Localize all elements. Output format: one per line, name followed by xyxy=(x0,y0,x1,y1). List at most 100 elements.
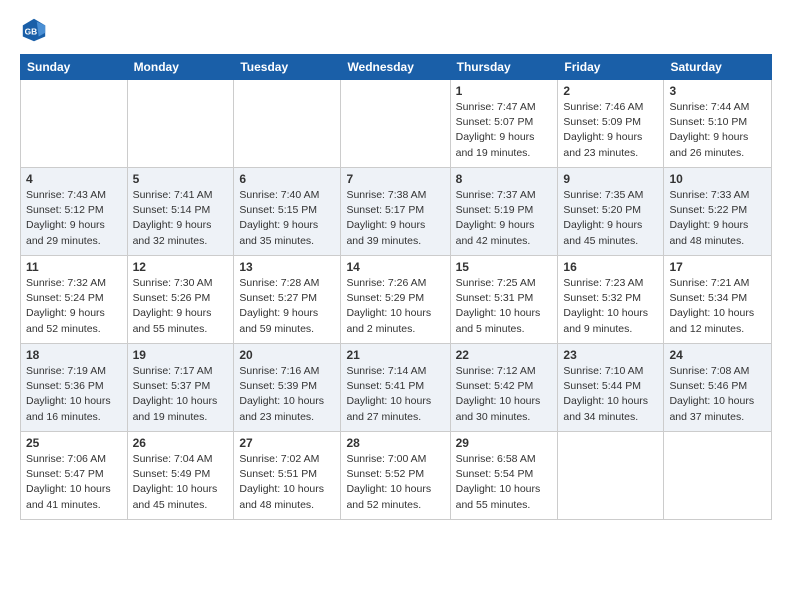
day-number: 25 xyxy=(26,436,122,450)
calendar-cell: 17 Sunrise: 7:21 AMSunset: 5:34 PMDayligh… xyxy=(664,256,772,344)
calendar-cell xyxy=(558,432,664,520)
day-info: Sunrise: 7:21 AMSunset: 5:34 PMDaylight:… xyxy=(669,276,766,337)
day-number: 22 xyxy=(456,348,553,362)
day-info: Sunrise: 7:26 AMSunset: 5:29 PMDaylight:… xyxy=(346,276,444,337)
day-info: Sunrise: 7:28 AMSunset: 5:27 PMDaylight:… xyxy=(239,276,335,337)
calendar-cell: 9 Sunrise: 7:35 AMSunset: 5:20 PMDaylight… xyxy=(558,168,664,256)
day-info: Sunrise: 7:25 AMSunset: 5:31 PMDaylight:… xyxy=(456,276,553,337)
calendar-cell: 12 Sunrise: 7:30 AMSunset: 5:26 PMDayligh… xyxy=(127,256,234,344)
day-info: Sunrise: 7:38 AMSunset: 5:17 PMDaylight:… xyxy=(346,188,444,249)
calendar-cell: 20 Sunrise: 7:16 AMSunset: 5:39 PMDayligh… xyxy=(234,344,341,432)
header-tuesday: Tuesday xyxy=(234,55,341,80)
day-number: 2 xyxy=(563,84,658,98)
calendar-cell: 28 Sunrise: 7:00 AMSunset: 5:52 PMDayligh… xyxy=(341,432,450,520)
day-info: Sunrise: 7:46 AMSunset: 5:09 PMDaylight:… xyxy=(563,100,658,161)
calendar-cell: 16 Sunrise: 7:23 AMSunset: 5:32 PMDayligh… xyxy=(558,256,664,344)
page: GB Sunday Monday Tuesday Wednesday Thurs… xyxy=(0,0,792,612)
day-number: 15 xyxy=(456,260,553,274)
calendar-cell: 19Sunrise: 7:17 AMSunset: 5:37 PMDayligh… xyxy=(127,344,234,432)
day-info: Sunrise: 7:33 AMSunset: 5:22 PMDaylight:… xyxy=(669,188,766,249)
calendar-cell xyxy=(234,80,341,168)
day-number: 6 xyxy=(239,172,335,186)
day-info: Sunrise: 7:16 AMSunset: 5:39 PMDaylight:… xyxy=(239,364,335,425)
svg-text:GB: GB xyxy=(25,27,38,37)
day-number: 17 xyxy=(669,260,766,274)
day-number: 7 xyxy=(346,172,444,186)
calendar-cell: 3 Sunrise: 7:44 AMSunset: 5:10 PMDaylight… xyxy=(664,80,772,168)
day-info: Sunrise: 7:04 AMSunset: 5:49 PMDaylight:… xyxy=(133,452,229,513)
header-monday: Monday xyxy=(127,55,234,80)
day-number: 5 xyxy=(133,172,229,186)
calendar-cell: 18 Sunrise: 7:19 AMSunset: 5:36 PMDayligh… xyxy=(21,344,128,432)
calendar-cell: 2 Sunrise: 7:46 AMSunset: 5:09 PMDaylight… xyxy=(558,80,664,168)
day-number: 26 xyxy=(133,436,229,450)
day-info: Sunrise: 7:14 AMSunset: 5:41 PMDaylight:… xyxy=(346,364,444,425)
day-number: 8 xyxy=(456,172,553,186)
calendar-cell: 22 Sunrise: 7:12 AMSunset: 5:42 PMDayligh… xyxy=(450,344,558,432)
day-info: Sunrise: 7:37 AMSunset: 5:19 PMDaylight:… xyxy=(456,188,553,249)
day-number: 11 xyxy=(26,260,122,274)
logo-icon: GB xyxy=(20,16,48,44)
day-info: Sunrise: 7:08 AMSunset: 5:46 PMDaylight:… xyxy=(669,364,766,425)
day-number: 16 xyxy=(563,260,658,274)
day-info: Sunrise: 7:23 AMSunset: 5:32 PMDaylight:… xyxy=(563,276,658,337)
day-info: Sunrise: 7:44 AMSunset: 5:10 PMDaylight:… xyxy=(669,100,766,161)
header-thursday: Thursday xyxy=(450,55,558,80)
calendar-cell xyxy=(664,432,772,520)
day-info: Sunrise: 7:00 AMSunset: 5:52 PMDaylight:… xyxy=(346,452,444,513)
header-sunday: Sunday xyxy=(21,55,128,80)
calendar-table: Sunday Monday Tuesday Wednesday Thursday… xyxy=(20,54,772,520)
day-info: Sunrise: 7:30 AMSunset: 5:26 PMDaylight:… xyxy=(133,276,229,337)
day-number: 9 xyxy=(563,172,658,186)
day-info: Sunrise: 7:06 AMSunset: 5:47 PMDaylight:… xyxy=(26,452,122,513)
calendar-cell: 23 Sunrise: 7:10 AMSunset: 5:44 PMDayligh… xyxy=(558,344,664,432)
header-friday: Friday xyxy=(558,55,664,80)
day-info: Sunrise: 7:47 AMSunset: 5:07 PMDaylight:… xyxy=(456,100,553,161)
day-number: 20 xyxy=(239,348,335,362)
day-info: Sunrise: 7:02 AMSunset: 5:51 PMDaylight:… xyxy=(239,452,335,513)
calendar-week-row: 11 Sunrise: 7:32 AMSunset: 5:24 PMDayligh… xyxy=(21,256,772,344)
calendar-week-row: 25 Sunrise: 7:06 AMSunset: 5:47 PMDayligh… xyxy=(21,432,772,520)
calendar-cell: 27Sunrise: 7:02 AMSunset: 5:51 PMDayligh… xyxy=(234,432,341,520)
calendar-cell: 15 Sunrise: 7:25 AMSunset: 5:31 PMDayligh… xyxy=(450,256,558,344)
day-info: Sunrise: 7:17 AMSunset: 5:37 PMDaylight:… xyxy=(133,364,229,425)
calendar-cell: 5 Sunrise: 7:41 AMSunset: 5:14 PMDaylight… xyxy=(127,168,234,256)
day-info: Sunrise: 7:32 AMSunset: 5:24 PMDaylight:… xyxy=(26,276,122,337)
calendar-cell: 4 Sunrise: 7:43 AMSunset: 5:12 PMDaylight… xyxy=(21,168,128,256)
weekday-header-row: Sunday Monday Tuesday Wednesday Thursday… xyxy=(21,55,772,80)
calendar-week-row: 1Sunrise: 7:47 AMSunset: 5:07 PMDaylight… xyxy=(21,80,772,168)
day-info: Sunrise: 7:40 AMSunset: 5:15 PMDaylight:… xyxy=(239,188,335,249)
day-number: 13 xyxy=(239,260,335,274)
calendar-cell xyxy=(341,80,450,168)
calendar-cell xyxy=(21,80,128,168)
calendar-cell: 24 Sunrise: 7:08 AMSunset: 5:46 PMDayligh… xyxy=(664,344,772,432)
calendar-cell: 1Sunrise: 7:47 AMSunset: 5:07 PMDaylight… xyxy=(450,80,558,168)
day-info: Sunrise: 7:43 AMSunset: 5:12 PMDaylight:… xyxy=(26,188,122,249)
calendar-cell: 7 Sunrise: 7:38 AMSunset: 5:17 PMDaylight… xyxy=(341,168,450,256)
day-number: 3 xyxy=(669,84,766,98)
day-number: 4 xyxy=(26,172,122,186)
day-info: Sunrise: 7:12 AMSunset: 5:42 PMDaylight:… xyxy=(456,364,553,425)
day-number: 28 xyxy=(346,436,444,450)
calendar-week-row: 4 Sunrise: 7:43 AMSunset: 5:12 PMDaylight… xyxy=(21,168,772,256)
day-number: 23 xyxy=(563,348,658,362)
day-number: 21 xyxy=(346,348,444,362)
day-number: 14 xyxy=(346,260,444,274)
header-saturday: Saturday xyxy=(664,55,772,80)
header: GB xyxy=(20,16,772,44)
header-wednesday: Wednesday xyxy=(341,55,450,80)
day-number: 18 xyxy=(26,348,122,362)
calendar-cell: 26 Sunrise: 7:04 AMSunset: 5:49 PMDayligh… xyxy=(127,432,234,520)
day-number: 24 xyxy=(669,348,766,362)
calendar-cell: 8 Sunrise: 7:37 AMSunset: 5:19 PMDaylight… xyxy=(450,168,558,256)
calendar-cell xyxy=(127,80,234,168)
day-info: Sunrise: 7:41 AMSunset: 5:14 PMDaylight:… xyxy=(133,188,229,249)
day-info: Sunrise: 7:19 AMSunset: 5:36 PMDaylight:… xyxy=(26,364,122,425)
calendar-cell: 29Sunrise: 6:58 AMSunset: 5:54 PMDayligh… xyxy=(450,432,558,520)
day-info: Sunrise: 7:35 AMSunset: 5:20 PMDaylight:… xyxy=(563,188,658,249)
calendar-week-row: 18 Sunrise: 7:19 AMSunset: 5:36 PMDayligh… xyxy=(21,344,772,432)
day-info: Sunrise: 7:10 AMSunset: 5:44 PMDaylight:… xyxy=(563,364,658,425)
day-number: 12 xyxy=(133,260,229,274)
calendar-cell: 21 Sunrise: 7:14 AMSunset: 5:41 PMDayligh… xyxy=(341,344,450,432)
calendar-cell: 10Sunrise: 7:33 AMSunset: 5:22 PMDayligh… xyxy=(664,168,772,256)
